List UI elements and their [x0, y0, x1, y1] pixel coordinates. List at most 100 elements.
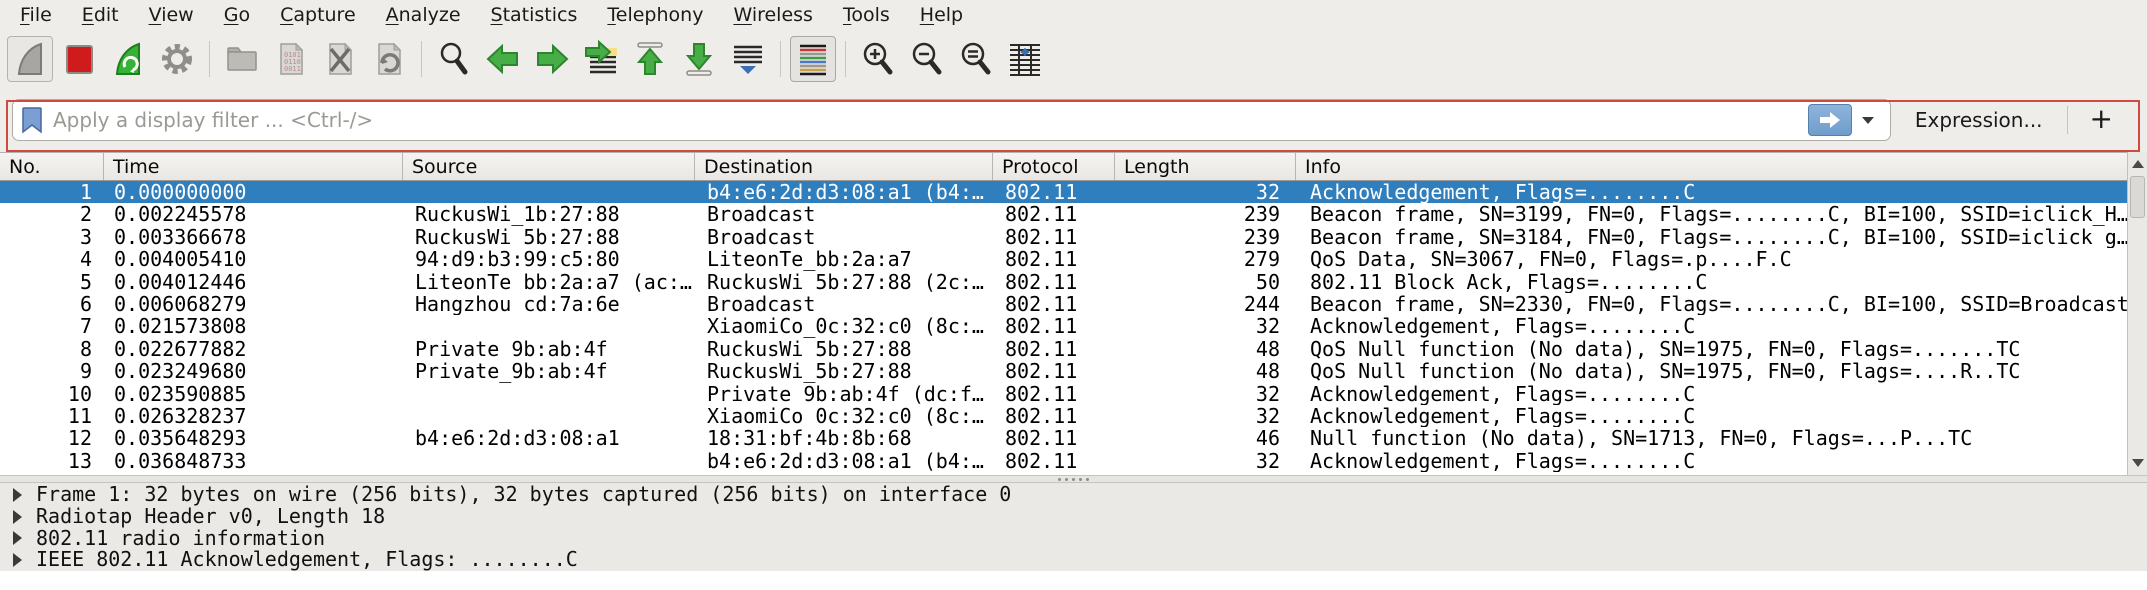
cell-source — [403, 383, 695, 405]
packet-row[interactable]: 40.00400541094:d9:b3:99:c5:80LiteonTe_bb… — [0, 248, 2127, 270]
svg-text:0011: 0011 — [284, 65, 301, 73]
go-to-packet-button[interactable] — [578, 36, 624, 82]
packet-row[interactable]: 80.022677882Private_9b:ab:4fRuckusWi_5b:… — [0, 338, 2127, 360]
cell-length: 32 — [1115, 383, 1296, 405]
go-to-last-packet-button[interactable] — [676, 36, 722, 82]
bottom-margin — [0, 571, 2147, 590]
auto-scroll-button[interactable] — [725, 36, 771, 82]
restart-capture-button[interactable] — [105, 36, 151, 82]
cell-source: Private_9b:ab:4f — [403, 360, 695, 382]
apply-filter-button[interactable] — [1808, 104, 1852, 136]
cell-destination: RuckusWi_5b:27:88 — [695, 360, 993, 382]
packet-row[interactable]: 50.004012446LiteonTe_bb:2a:a7 (ac:…Rucku… — [0, 271, 2127, 293]
menu-statistics[interactable]: Statistics — [476, 2, 593, 28]
detail-tree-item[interactable]: IEEE 802.11 Acknowledgement, Flags: ....… — [0, 549, 2147, 571]
cell-no: 11 — [0, 405, 104, 427]
packet-list-scrollbar[interactable] — [2127, 152, 2147, 475]
packet-row[interactable]: 10.000000000b4:e6:2d:d3:08:a1 (b4:…802.1… — [0, 181, 2127, 203]
zoom-in-icon — [859, 40, 897, 78]
column-header-time[interactable]: Time — [104, 153, 403, 180]
cell-destination: Private_9b:ab:4f (dc:f… — [695, 383, 993, 405]
display-filter-field[interactable] — [12, 99, 1891, 141]
stop-capture-button[interactable] — [56, 36, 102, 82]
cell-destination: RuckusWi_5b:27:88 (2c:… — [695, 271, 993, 293]
capture-options-button[interactable] — [154, 36, 200, 82]
colorize-icon — [794, 40, 832, 78]
menu-edit[interactable]: Edit — [67, 2, 134, 28]
menu-help[interactable]: Help — [905, 2, 978, 28]
column-header-no[interactable]: No. — [0, 153, 104, 180]
menu-wireless[interactable]: Wireless — [718, 2, 828, 28]
cell-info: Acknowledgement, Flags=........C — [1296, 383, 2127, 405]
back-arrow-icon — [484, 40, 522, 78]
cell-time: 0.002245578 — [104, 203, 403, 225]
cell-info: Acknowledgement, Flags=........C — [1296, 315, 2127, 337]
packet-row[interactable]: 30.003366678RuckusWi_5b:27:88Broadcast80… — [0, 226, 2127, 248]
zoom-out-button[interactable] — [904, 36, 950, 82]
filter-bookmark-icon[interactable] — [21, 106, 43, 134]
display-filter-input[interactable] — [53, 108, 1808, 132]
packet-row[interactable]: 110.026328237XiaomiCo_0c:32:c0 (8c:…802.… — [0, 405, 2127, 427]
go-back-button[interactable] — [480, 36, 526, 82]
cell-source: RuckusWi_5b:27:88 — [403, 226, 695, 248]
shark-fin-icon — [11, 40, 49, 78]
expander-triangle-icon[interactable] — [13, 531, 22, 545]
cell-time: 0.035648293 — [104, 427, 403, 449]
open-capture-button[interactable] — [219, 36, 265, 82]
menu-tools[interactable]: Tools — [828, 2, 905, 28]
scrollbar-down-button[interactable] — [2128, 453, 2147, 473]
cell-no: 10 — [0, 383, 104, 405]
column-header-protocol[interactable]: Protocol — [993, 153, 1115, 180]
close-capture-button[interactable] — [317, 36, 363, 82]
menu-file[interactable]: File — [5, 2, 67, 28]
zoom-out-icon — [908, 40, 946, 78]
cell-no: 7 — [0, 315, 104, 337]
column-header-info[interactable]: Info — [1296, 153, 2127, 180]
go-forward-button[interactable] — [529, 36, 575, 82]
reload-capture-button[interactable] — [366, 36, 412, 82]
folder-icon — [223, 40, 261, 78]
detail-tree-item[interactable]: Radiotap Header v0, Length 18 — [0, 506, 2147, 528]
packet-row[interactable]: 130.036848733b4:e6:2d:d3:08:a1 (b4:…802.… — [0, 450, 2127, 472]
packet-row[interactable]: 120.035648293b4:e6:2d:d3:08:a118:31:bf:4… — [0, 427, 2127, 449]
start-capture-button[interactable] — [7, 36, 53, 82]
zoom-reset-button[interactable] — [953, 36, 999, 82]
menu-view[interactable]: View — [134, 2, 209, 28]
menu-telephony[interactable]: Telephony — [592, 2, 718, 28]
cell-no: 13 — [0, 450, 104, 472]
cell-destination: Broadcast — [695, 226, 993, 248]
cell-source — [403, 450, 695, 472]
expression-button[interactable]: Expression... — [1891, 108, 2067, 132]
column-header-length[interactable]: Length — [1115, 153, 1296, 180]
expander-triangle-icon[interactable] — [13, 510, 22, 524]
cell-length: 32 — [1115, 405, 1296, 427]
find-packet-button[interactable] — [431, 36, 477, 82]
scroll-up-icon — [2132, 160, 2144, 168]
save-capture-button[interactable]: 0101 0110 0011 — [268, 36, 314, 82]
expander-triangle-icon[interactable] — [13, 553, 22, 567]
add-filter-button[interactable]: + — [2068, 102, 2135, 139]
expander-triangle-icon[interactable] — [13, 488, 22, 502]
packet-row[interactable]: 100.023590885Private_9b:ab:4f (dc:f…802.… — [0, 383, 2127, 405]
menu-analyze[interactable]: Analyze — [371, 2, 476, 28]
menu-capture[interactable]: Capture — [265, 2, 371, 28]
column-header-source[interactable]: Source — [403, 153, 695, 180]
zoom-in-button[interactable] — [855, 36, 901, 82]
packet-row[interactable]: 90.023249680Private_9b:ab:4fRuckusWi_5b:… — [0, 360, 2127, 382]
packet-row[interactable]: 60.006068279Hangzhou_cd:7a:6eBroadcast80… — [0, 293, 2127, 315]
resize-columns-button[interactable] — [1002, 36, 1048, 82]
detail-tree-item[interactable]: 802.11 radio information — [0, 528, 2147, 550]
cell-protocol: 802.11 — [993, 271, 1115, 293]
go-to-first-packet-button[interactable] — [627, 36, 673, 82]
go-first-icon — [631, 40, 669, 78]
colorize-packets-button[interactable] — [790, 36, 836, 82]
column-header-destination[interactable]: Destination — [695, 153, 993, 180]
filter-dropdown-caret-icon[interactable] — [1862, 117, 1874, 124]
scrollbar-thumb[interactable] — [2130, 176, 2145, 218]
detail-tree-item[interactable]: Frame 1: 32 bytes on wire (256 bits), 32… — [0, 484, 2147, 506]
packet-list-pane: No.TimeSourceDestinationProtocolLengthIn… — [0, 152, 2147, 475]
menu-go[interactable]: Go — [209, 2, 265, 28]
scrollbar-up-button[interactable] — [2128, 154, 2147, 174]
packet-row[interactable]: 70.021573808XiaomiCo_0c:32:c0 (8c:…802.1… — [0, 315, 2127, 337]
packet-row[interactable]: 20.002245578RuckusWi_1b:27:88Broadcast80… — [0, 203, 2127, 225]
